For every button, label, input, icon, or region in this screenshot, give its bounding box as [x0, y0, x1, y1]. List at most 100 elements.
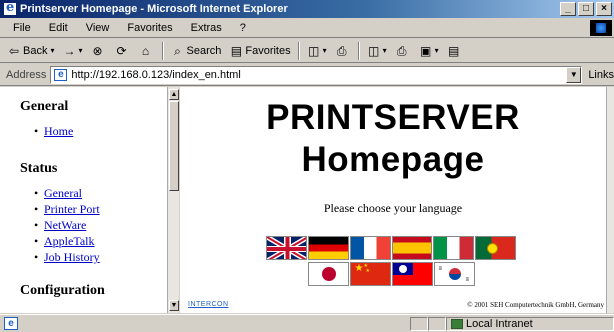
menu-view[interactable]: View: [77, 22, 119, 34]
mail-dropdown-icon[interactable]: ▾: [383, 46, 387, 55]
address-bar: Address e http://192.168.0.123/index_en.…: [0, 64, 614, 86]
language-prompt: Please choose your language: [323, 201, 463, 215]
refresh-button[interactable]: ⟳: [112, 41, 134, 61]
stop-button[interactable]: ⊗: [88, 41, 110, 61]
french-flag[interactable]: [349, 236, 391, 260]
page-title-line2: Homepage: [301, 140, 485, 179]
japanese-flag[interactable]: [307, 262, 349, 286]
menu-favorites[interactable]: Favorites: [118, 22, 181, 34]
maximize-button[interactable]: □: [578, 2, 594, 16]
edit-dropdown-icon[interactable]: ▾: [435, 46, 439, 55]
portuguese-flag[interactable]: [475, 236, 516, 260]
copyright-text: © 2001 SEH Computertechnik GmbH, Germany: [467, 301, 604, 309]
scroll-down-icon[interactable]: ▼: [169, 300, 179, 311]
windows-logo-icon: [590, 20, 612, 36]
home-icon: ⌂: [141, 43, 150, 58]
history-dropdown-icon[interactable]: ▾: [323, 46, 327, 55]
home-link[interactable]: Home: [44, 124, 73, 138]
page-title-line1: PRINTSERVER: [266, 98, 520, 137]
navigation-frame: General Home Status General Printer Port…: [0, 87, 167, 313]
search-label: Search: [186, 44, 222, 57]
scroll-up-icon[interactable]: ▲: [169, 89, 179, 100]
menu-help[interactable]: ?: [231, 22, 255, 34]
back-dropdown-icon[interactable]: ▾: [50, 46, 54, 55]
history-icon: ◫: [307, 43, 320, 58]
navigation-scrollbar[interactable]: ▲ ▼: [167, 87, 179, 313]
toolbar-separator: [357, 41, 360, 60]
status-pane: [410, 317, 428, 331]
job-history-link[interactable]: Job History: [44, 250, 100, 264]
zone-label: Local Intranet: [466, 318, 533, 330]
page-title: PRINTSERVER Homepage: [180, 97, 606, 181]
discuss-button[interactable]: ▤: [444, 41, 466, 61]
favorites-label: Favorites: [245, 44, 291, 57]
window-title-bar[interactable]: Printserver Homepage - Microsoft Interne…: [0, 0, 614, 18]
nav-heading-configuration: Configuration: [20, 283, 105, 298]
edit-button[interactable]: ▣ ▾: [416, 41, 442, 61]
printer-port-link[interactable]: Printer Port: [44, 202, 100, 216]
forward-dropdown-icon[interactable]: ▾: [78, 46, 82, 55]
print-preview-button[interactable]: ⎙: [392, 41, 414, 61]
close-button[interactable]: ×: [596, 2, 612, 16]
printer-icon: ⎙: [336, 43, 347, 58]
forward-arrow-icon: →: [63, 43, 76, 58]
stop-icon: ⊗: [92, 43, 103, 58]
discuss-icon: ▤: [447, 43, 460, 58]
printer-icon: ⎙: [396, 43, 407, 58]
page-icon: e: [54, 68, 68, 81]
nav-heading-general: General: [20, 99, 69, 114]
intercon-link[interactable]: INTERCON: [188, 301, 229, 308]
back-label: Back: [23, 44, 48, 57]
favorites-icon: ▤: [230, 43, 243, 58]
chinese-flag[interactable]: ★ ★ ★: [349, 262, 391, 286]
menu-edit[interactable]: Edit: [40, 22, 77, 34]
status-general-link[interactable]: General: [44, 186, 82, 200]
taiwanese-flag[interactable]: [391, 262, 433, 286]
menu-bar: File Edit View Favorites Extras ?: [0, 18, 614, 38]
toolbar-separator: [161, 41, 164, 60]
german-flag[interactable]: [307, 236, 349, 260]
toolbar-separator: [297, 41, 300, 60]
nav-item-general: General: [34, 185, 167, 201]
nav-item-netware: NetWare: [34, 217, 167, 233]
address-dropdown-icon[interactable]: ▼: [566, 66, 582, 83]
nav-item-printer-port: Printer Port: [34, 201, 167, 217]
main-scrollbar[interactable]: [606, 87, 614, 313]
back-button[interactable]: ⇦ Back ▾: [4, 41, 57, 61]
menu-file[interactable]: File: [4, 22, 40, 34]
netware-link[interactable]: NetWare: [44, 218, 86, 232]
window-title: Printserver Homepage - Microsoft Interne…: [20, 3, 288, 15]
ie-icon: [3, 0, 17, 17]
back-arrow-icon: ⇦: [8, 43, 20, 58]
nav-item-home: Home: [34, 123, 167, 139]
main-frame: PRINTSERVER Homepage Please choose your …: [180, 87, 606, 313]
minimize-button[interactable]: _: [560, 2, 576, 16]
italian-flag[interactable]: [433, 236, 475, 260]
language-flags: ★ ★ ★ ≡ ≡: [266, 236, 516, 288]
nav-heading-status: Status: [20, 161, 58, 176]
search-icon: ⌕: [174, 43, 181, 58]
english-uk-flag[interactable]: [266, 236, 307, 260]
nav-item-appletalk: AppleTalk: [34, 233, 167, 249]
page-status-icon: e: [4, 317, 18, 330]
refresh-icon: ⟳: [116, 43, 127, 58]
mail-button[interactable]: ◫ ▾: [364, 41, 390, 61]
favorites-button[interactable]: ▤ Favorites: [226, 41, 293, 61]
scrollbar-thumb[interactable]: [169, 101, 179, 191]
standard-toolbar: ⇦ Back ▾ → ▾ ⊗ ⟳ ⌂ ⌕ Search ▤ Favorites …: [0, 39, 614, 63]
korean-flag[interactable]: ≡ ≡: [433, 262, 475, 286]
address-input[interactable]: e http://192.168.0.123/index_en.html ▼: [50, 65, 583, 84]
print-button[interactable]: ⎙: [332, 41, 354, 61]
search-button[interactable]: ⌕ Search: [168, 41, 225, 61]
appletalk-link[interactable]: AppleTalk: [44, 234, 94, 248]
menu-extras[interactable]: Extras: [182, 22, 231, 34]
links-button[interactable]: Links: [588, 69, 614, 81]
history-button[interactable]: ◫ ▾: [304, 41, 330, 61]
security-zone: Local Intranet: [446, 317, 614, 331]
forward-button[interactable]: → ▾: [59, 41, 85, 61]
mail-icon: ◫: [367, 43, 380, 58]
spanish-flag[interactable]: [391, 236, 433, 260]
edit-icon: ▣: [419, 43, 432, 58]
status-pane: [428, 317, 446, 331]
home-button[interactable]: ⌂: [136, 41, 158, 61]
